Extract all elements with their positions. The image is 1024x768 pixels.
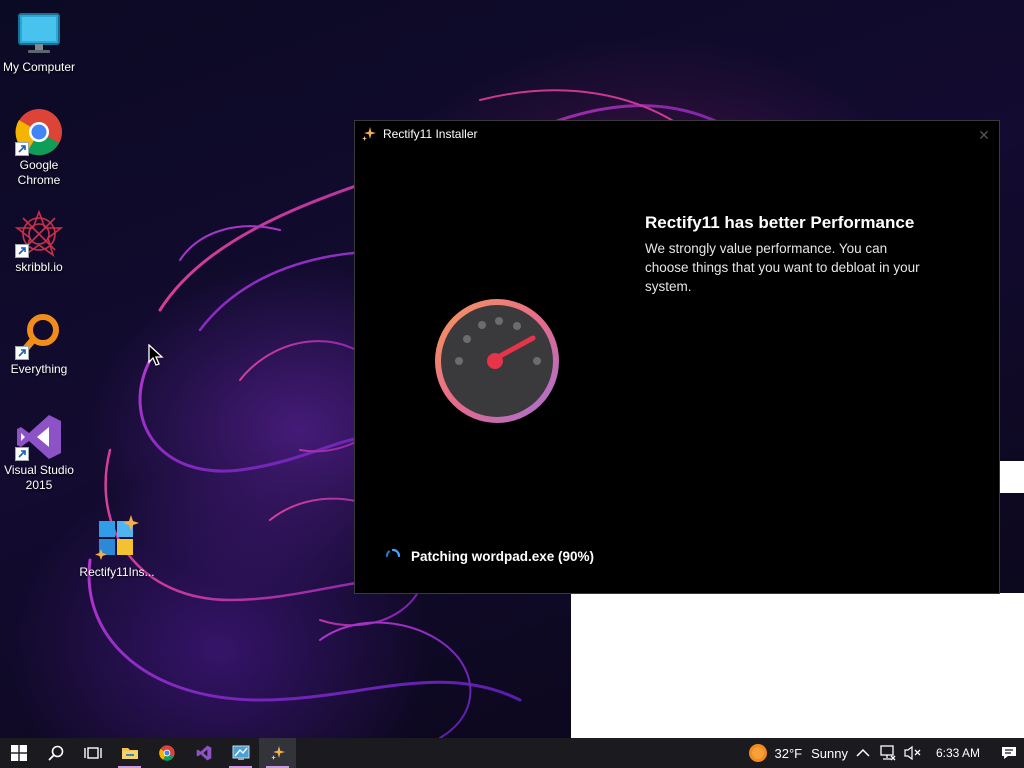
desktop-icon-label: Rectify11Ins... bbox=[79, 565, 155, 579]
taskbar-file-explorer[interactable] bbox=[111, 738, 148, 768]
search-icon bbox=[48, 745, 63, 761]
close-button[interactable]: ✕ bbox=[975, 126, 993, 144]
clock[interactable]: 6:33 AM bbox=[936, 746, 980, 760]
status-text: Patching wordpad.exe (90%) bbox=[411, 548, 595, 564]
chrome-icon bbox=[158, 745, 175, 761]
shortcut-arrow-icon bbox=[15, 346, 29, 360]
weather-temperature: 32°F bbox=[774, 745, 803, 761]
window-titlebar[interactable]: Rectify11 Installer bbox=[355, 121, 999, 147]
visual-studio-icon bbox=[15, 413, 63, 461]
feature-description: We strongly value performance. You can c… bbox=[645, 241, 920, 294]
chevron-up-icon bbox=[856, 748, 870, 757]
white-region bbox=[571, 593, 1024, 738]
chrome-icon bbox=[15, 108, 63, 156]
taskbar-control-panel[interactable] bbox=[222, 738, 259, 768]
everything-search-icon bbox=[15, 312, 63, 360]
control-panel-icon bbox=[232, 745, 249, 760]
weather-condition: Sunny bbox=[811, 745, 848, 761]
system-tray: 32°F Sunny 6:33 AM bbox=[748, 738, 1024, 768]
task-view-button[interactable] bbox=[74, 738, 111, 768]
rectify11-installer-window[interactable]: Rectify11 Installer ✕ Rectify11 has bett… bbox=[354, 120, 1000, 594]
desktop-icon-my-computer[interactable]: My Computer bbox=[0, 10, 78, 75]
desktop-icon-google-chrome[interactable]: Google Chrome bbox=[0, 108, 78, 188]
mouse-cursor-icon bbox=[148, 344, 164, 366]
white-region bbox=[999, 461, 1024, 493]
desktop-icon-label: Everything bbox=[10, 362, 68, 376]
shortcut-arrow-icon bbox=[15, 142, 29, 156]
taskbar-visual-studio[interactable] bbox=[185, 738, 222, 768]
desktop-icon-label: skribbl.io bbox=[15, 260, 63, 274]
shortcut-arrow-icon bbox=[15, 244, 29, 258]
rectify11-sparkle-icon bbox=[362, 127, 376, 141]
start-button[interactable] bbox=[0, 738, 37, 768]
windows-logo-icon bbox=[10, 745, 27, 761]
network-status[interactable] bbox=[878, 745, 896, 761]
show-hidden-icons-button[interactable] bbox=[856, 748, 870, 758]
rectify11-sparkle-icon bbox=[270, 746, 285, 760]
feature-title: Rectify11 has better Performance bbox=[645, 213, 915, 232]
skribbl-icon bbox=[14, 209, 64, 258]
folder-icon bbox=[121, 748, 138, 759]
progress-status: Patching wordpad.exe (90%) bbox=[385, 548, 594, 564]
network-icon bbox=[880, 745, 896, 761]
speedometer-icon bbox=[435, 299, 559, 423]
notifications-button[interactable] bbox=[994, 738, 1024, 768]
window-title: Rectify11 Installer bbox=[383, 127, 478, 141]
shortcut-arrow-icon bbox=[15, 447, 29, 461]
computer-icon bbox=[15, 10, 63, 58]
taskbar: 32°F Sunny 6:33 AM bbox=[0, 738, 1024, 768]
desktop-icon-everything[interactable]: Everything bbox=[0, 312, 78, 377]
volume-control[interactable] bbox=[904, 745, 922, 761]
visual-studio-icon bbox=[196, 745, 211, 761]
volume-muted-icon bbox=[904, 745, 921, 761]
desktop-icon-skribbl[interactable]: skribbl.io bbox=[0, 209, 78, 275]
notification-center-icon bbox=[1002, 747, 1016, 759]
desktop-icon-label: Google Chrome bbox=[17, 158, 61, 187]
rectify11-installer-icon bbox=[93, 515, 141, 563]
weather-widget[interactable]: 32°F Sunny bbox=[748, 743, 848, 763]
sun-icon bbox=[749, 744, 768, 762]
desktop-icon-rectify11-installer[interactable]: Rectify11Ins... bbox=[78, 515, 156, 580]
search-button[interactable] bbox=[37, 738, 74, 768]
taskbar-rectify11-installer[interactable] bbox=[259, 738, 296, 768]
loading-spinner-icon bbox=[385, 548, 401, 558]
taskbar-chrome[interactable] bbox=[148, 738, 185, 768]
desktop-icon-label: My Computer bbox=[2, 60, 76, 74]
desktop-icon-visual-studio[interactable]: Visual Studio 2015 bbox=[0, 413, 78, 493]
desktop-icon-label: Visual Studio 2015 bbox=[4, 463, 74, 492]
task-view-icon bbox=[83, 747, 102, 759]
